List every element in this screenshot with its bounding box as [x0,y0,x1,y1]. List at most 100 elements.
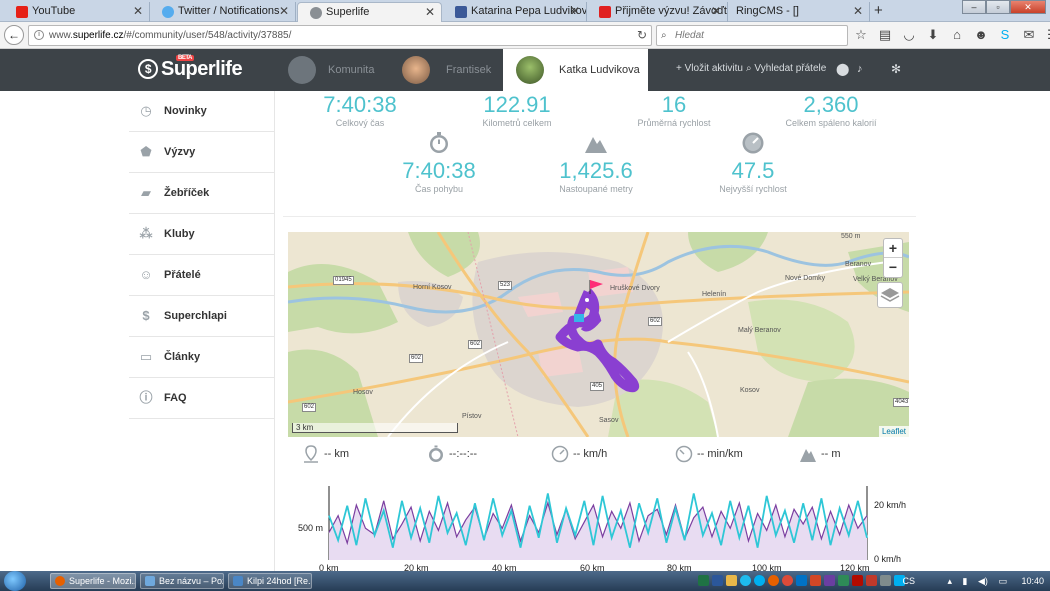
tray-arrow-icon[interactable]: ▴ [947,576,952,586]
new-tab-button[interactable]: + [874,2,883,19]
bell-icon[interactable]: ♪ [857,49,863,91]
stat-avg-speed: 16 Průměrná rychlost [614,94,734,129]
search-input[interactable]: ⌕ Hledat [656,25,848,46]
close-icon[interactable]: ✕ [133,4,143,18]
bookmark-star-icon[interactable]: ☆ [852,27,870,43]
share-icon[interactable]: ✉ [1020,27,1038,43]
right-axis-label-top: 20 km/h [874,500,907,510]
zoom-in-button[interactable]: + [884,239,902,258]
sidebar-item-novinky[interactable]: ◷ Novinky [129,91,274,132]
superlife-logo[interactable]: $ Superlife BETA [138,55,243,82]
sidebar-item-clanky[interactable]: ▭ Články [129,337,274,378]
minimize-button[interactable]: – [962,0,986,14]
explorer-icon[interactable] [726,575,737,586]
maximize-button[interactable]: ▫ [986,0,1010,14]
leaflet-attribution[interactable]: Leaflet [878,426,909,437]
close-window-button[interactable]: ✕ [1010,0,1046,14]
close-icon[interactable]: ✕ [853,4,863,18]
taskbar-item-firefox[interactable]: Superlife - Mozi... [50,573,136,589]
reading-list-icon[interactable]: ▤ [876,27,894,43]
stat-label: Celkový čas [335,118,385,128]
chrome-icon[interactable] [782,575,793,586]
powerpoint-icon[interactable] [810,575,821,586]
road-number: 602 [302,403,317,412]
clock[interactable]: 10:40 [1021,576,1044,586]
tab-facebook[interactable]: Katarina Pepa Ludviková ✕ [443,2,587,22]
tab-label: YouTube [32,5,76,17]
road-number: 602 [409,354,424,363]
nav-community[interactable]: Komunita [288,49,388,91]
find-friends-button[interactable]: ⌕ Vyhledat přátele [746,49,826,91]
tab-superlife[interactable]: Superlife ✕ [297,2,442,22]
skype-icon[interactable] [754,575,765,586]
road-number: 602 [648,317,663,326]
live-time: --:--:-- [427,443,477,465]
tab-youtube[interactable]: YouTube ✕ [4,2,150,22]
map-label: Sasov [599,417,619,424]
elevation-speed-chart[interactable]: 500 m 20 km/h 0 km/h 0 km 20 km 40 km 60… [283,478,923,573]
acrobat-icon[interactable] [852,575,863,586]
taskbar-item-paint[interactable]: Bez názvu – Poz... [140,573,224,589]
nav-user-frantisek[interactable]: Frantisek [402,49,502,91]
sidebar-item-vyzvy[interactable]: ⬟ Výzvy [129,132,274,173]
sidebar-item-zebricek[interactable]: ▰ Žebříček [129,173,274,214]
stat-label: Kilometrů celkem [482,118,552,128]
add-activity-button[interactable]: + Vložit aktivitu [676,49,743,91]
site-info-icon[interactable]: i [34,30,44,40]
location-icon[interactable]: ⬤ [836,49,849,91]
firefox-icon[interactable] [768,575,779,586]
nav-user-katka[interactable]: Katka Ludvikova [503,49,648,91]
battery-icon[interactable]: ▭ [998,576,1007,586]
chat-icon[interactable]: ☻ [972,27,990,43]
mail-icon[interactable] [824,575,835,586]
sidebar-item-superchlapi[interactable]: $ Superchlapi [129,296,274,337]
beta-badge: BETA [176,55,194,61]
map-label: Beranov [845,261,872,268]
sidebar-item-pratele[interactable]: ☺ Přátelé [129,255,274,296]
skype-icon[interactable]: S [996,27,1014,43]
sidebar-item-kluby[interactable]: ⁂ Kluby [129,214,274,255]
language-indicator[interactable]: CS [902,576,915,586]
sidebar: ◷ Novinky ⬟ Výzvy ▰ Žebříček ⁂ Kluby ☺ Přátel… [129,91,274,419]
sidebar-item-label: Výzvy [164,146,196,158]
pocket-icon[interactable]: ◡ [900,27,918,43]
start-button[interactable] [4,571,26,591]
close-icon[interactable]: ✕ [425,5,435,19]
url-bar[interactable]: i www.superlife.cz/#/community/user/548/… [28,25,652,46]
calendar-icon[interactable] [838,575,849,586]
sport-site-icon [599,6,611,18]
ie-icon[interactable] [740,575,751,586]
tab-twitter[interactable]: Twitter / Notifications ✕ [150,2,296,22]
group-icon: ⁂ [139,226,153,241]
notes-icon[interactable] [880,575,891,586]
articles-icon: ▭ [139,349,153,364]
close-icon[interactable]: ✕ [570,4,580,18]
taskbar-item-kilpi[interactable]: Kilpi 24hod [Re... [228,573,312,589]
excel-icon[interactable] [698,575,709,586]
download-icon[interactable]: ⬇ [924,27,942,43]
tab-ringcms[interactable]: RingCMS - [] ✕ [728,2,870,22]
left-axis-label: 500 m [298,523,324,533]
word-icon[interactable] [712,575,723,586]
sidebar-item-faq[interactable]: ⓘ FAQ [129,378,274,419]
volume-icon[interactable]: ◀) [978,576,988,586]
menu-icon[interactable]: ☰ [1044,27,1050,43]
back-button[interactable]: ← [4,25,24,45]
layers-button[interactable] [877,282,903,308]
sidebar-item-label: Kluby [164,228,195,240]
home-icon[interactable]: ⌂ [948,27,966,43]
gear-icon[interactable]: ✻ [891,49,901,91]
close-icon[interactable]: ✕ [279,4,289,18]
stat-value: 2,360 [803,92,859,117]
photo-icon[interactable] [866,575,877,586]
route-map[interactable]: Hruškové Dvory 550 m Beranov Velký Beran… [288,232,909,437]
tab-challenge[interactable]: Přijměte výzvu! Závoďte na... ✕ [587,2,728,22]
outlook-icon[interactable] [796,575,807,586]
zoom-out-button[interactable]: − [884,258,902,277]
stat-label: Nastoupané metry [559,184,633,194]
close-icon[interactable]: ✕ [711,4,721,18]
reload-icon[interactable]: ↻ [637,26,647,45]
stat-label: Nejvyšší rychlost [719,184,787,194]
network-icon[interactable]: ▮ [963,576,968,586]
paint-icon [145,576,155,586]
